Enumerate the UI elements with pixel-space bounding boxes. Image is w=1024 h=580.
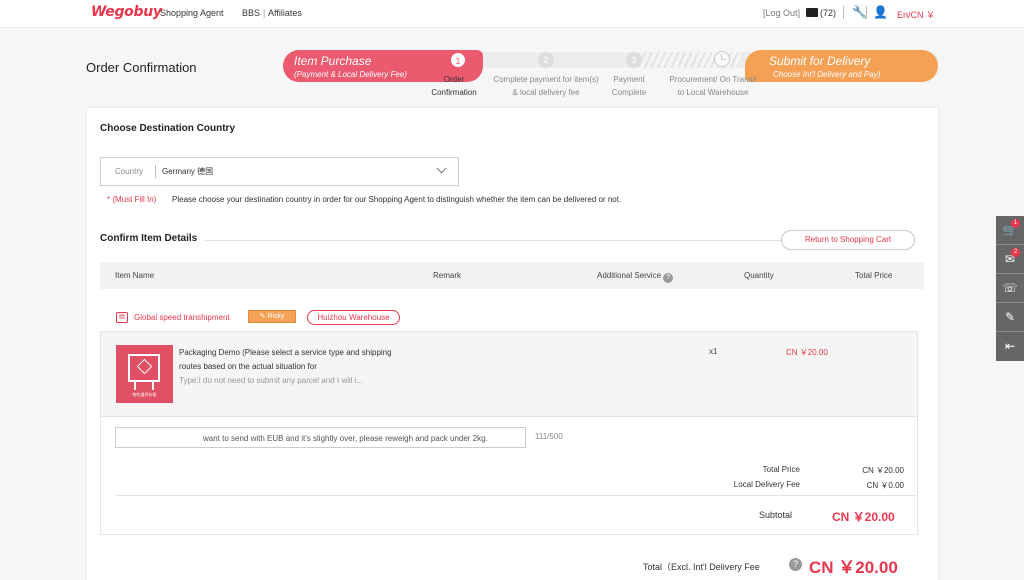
col-total-price: Total Price (855, 271, 893, 280)
section-divider (204, 240, 784, 241)
col-remark: Remark (433, 271, 462, 280)
step-2-label-line2: & local delivery fee (512, 88, 580, 97)
inbox-icon[interactable]: ✉ 2 (996, 245, 1024, 274)
table-row (100, 331, 918, 417)
col-additional-service-label: Additional Service (597, 271, 662, 280)
nav-separator: | (263, 8, 266, 18)
step-3-label: Payment Complete (600, 73, 658, 99)
item-details-section-title: Confirm Item Details (100, 233, 198, 244)
total-price-label: Total Price (762, 465, 800, 474)
mail-icon[interactable] (806, 8, 818, 17)
local-fee-label: Local Delivery Fee (733, 480, 800, 489)
step-4-label-line1: Procurement/ On Transit (669, 75, 757, 84)
shipping-method-label: Global speed transhipment (134, 313, 230, 322)
remark-char-count: 111/500 (535, 432, 563, 441)
cart-icon[interactable]: 🛒 1 (996, 216, 1024, 245)
step-2-label-line1: Complete payment for item(s) (493, 75, 599, 84)
language-currency-switch[interactable]: En/CN ￥ (897, 8, 935, 21)
subtotal-value: CN ￥20.00 (832, 510, 895, 524)
remark-input[interactable]: want to send with EUB and it's slightly … (115, 427, 526, 448)
step-2-circle: 2 (538, 52, 554, 68)
transhipment-icon: ▤ (116, 312, 128, 323)
subtotal-label: Subtotal (759, 510, 793, 520)
step-4-label: Procurement/ On Transit to Local Warehou… (658, 73, 768, 99)
step-submit-delivery: Submit for Delivery Choose Int'l Deliver… (745, 50, 938, 82)
total-price-value: CN ￥20.00 (862, 466, 904, 475)
grand-total-value: CN ￥20.00 (809, 558, 898, 577)
col-item-name: Item Name (115, 271, 155, 280)
item-price: CN ￥20.00 (786, 348, 828, 357)
nav-affiliates[interactable]: Affiliates (268, 8, 302, 18)
return-to-cart-button[interactable]: Return to Shopping Cart (781, 230, 915, 250)
item-quantity: x1 (709, 347, 718, 356)
presentation-board-legs (134, 382, 154, 390)
step-item-purchase-subtitle: (Payment & Local Delivery Fee) (294, 70, 407, 79)
top-bar: Wegobuy Shopping Agent BBS | Affiliates … (0, 0, 1024, 28)
mail-count[interactable]: (72) (820, 8, 836, 18)
help-icon[interactable]: ? (789, 558, 802, 571)
items-table-header: Item Name Remark Additional Service? Qua… (100, 262, 924, 289)
col-additional-service: Additional Service? (597, 271, 674, 283)
headset-icon[interactable]: ☏ (996, 274, 1024, 303)
country-select-value: Germany 德国 (162, 167, 214, 176)
remark-input-value: want to send with EUB and it's slightly … (203, 434, 488, 443)
country-select-divider (155, 165, 156, 178)
thumbnail-caption: 物包道评价组 (132, 392, 157, 397)
step-submit-delivery-title: Submit for Delivery (769, 54, 871, 68)
local-fee-value: CN ￥0.00 (866, 481, 904, 490)
user-icon[interactable]: 👤 (873, 5, 888, 19)
header-divider (866, 6, 867, 19)
step-4-label-line2: to Local Warehouse (677, 88, 749, 97)
side-toolbar: 🛒 1 ✉ 2 ☏ ✎ ⇤ (996, 216, 1024, 361)
warehouse-tag: Huizhou Warehouse (307, 310, 400, 325)
required-tag: * (Must Fill In) (107, 195, 157, 204)
header-divider (843, 6, 844, 19)
required-hint: Please choose your destination country i… (172, 195, 622, 204)
grand-total-label: Total（Excl. Int'l Delivery Fee (643, 562, 760, 572)
risky-tag: ✎ Risky (248, 310, 296, 323)
step-submit-delivery-subtitle: Choose Int'l Delivery and Pay) (773, 70, 881, 79)
col-quantity: Quantity (744, 271, 774, 280)
step-item-purchase-title: Item Purchase (294, 54, 372, 68)
wrench-icon[interactable]: 🔧 (852, 5, 867, 19)
step-2-label: Complete payment for item(s) & local del… (482, 73, 610, 99)
step-3-label-line2: Complete (611, 88, 647, 97)
nav-bbs[interactable]: BBS (242, 8, 260, 18)
summary-divider (115, 495, 916, 496)
nav-shopping-agent[interactable]: Shopping Agent (160, 8, 224, 18)
edit-icon[interactable]: ✎ (996, 303, 1024, 332)
clock-icon (714, 51, 730, 67)
wegobuy-logo[interactable]: Wegobuy (91, 4, 162, 20)
inbox-badge: 2 (1011, 248, 1020, 257)
item-name[interactable]: Packaging Demo (Please select a service … (179, 346, 394, 374)
item-type: Type:I do not need to submit any parcel … (179, 376, 364, 385)
country-select-label: Country (115, 167, 144, 176)
item-thumbnail[interactable]: 物包道评价组 (116, 345, 173, 403)
risky-tag-label: Risky (267, 313, 285, 320)
page-title: Order Confirmation (86, 60, 197, 75)
presentation-board-icon (128, 354, 160, 382)
cart-badge: 1 (1011, 219, 1020, 228)
country-select[interactable]: Country Germany 德国 (100, 157, 459, 186)
step-1-circle: 1 (450, 52, 466, 68)
step-3-circle: 3 (626, 52, 642, 68)
chevron-down-icon[interactable] (436, 163, 447, 174)
destination-section-title: Choose Destination Country (100, 123, 236, 134)
logout-link[interactable]: [Log Out] (763, 8, 800, 18)
help-icon[interactable]: ? (663, 273, 674, 283)
step-3-label-line1: Payment (613, 75, 645, 84)
collapse-menu-icon[interactable]: ⇤ (996, 332, 1024, 361)
